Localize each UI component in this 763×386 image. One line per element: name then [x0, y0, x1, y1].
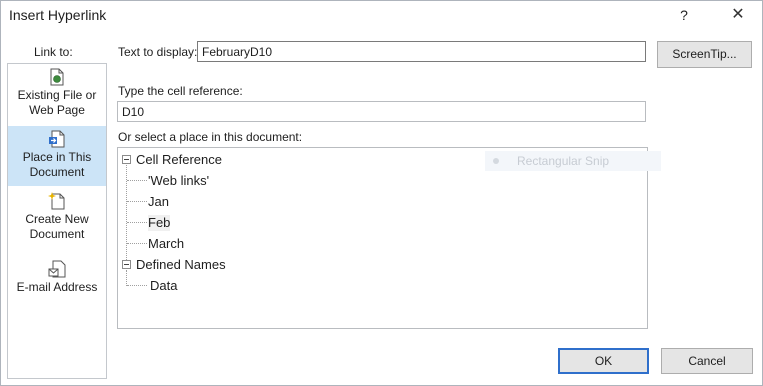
collapse-cell-reference-icon[interactable] [122, 155, 131, 164]
tree-node-web-links[interactable]: 'Web links' [148, 173, 209, 189]
link-to-bar: Existing File or Web Page Place in This … [7, 63, 107, 379]
tree-node-data[interactable]: Data [150, 278, 177, 294]
link-email-address[interactable]: E-mail Address [8, 260, 106, 300]
rectangular-snip-overlay: Rectangular Snip [485, 151, 661, 171]
link-existing-file-web-page[interactable]: Existing File or Web Page [8, 68, 106, 124]
cancel-button[interactable]: Cancel [661, 348, 753, 374]
tree-connector [127, 243, 147, 244]
new-document-icon [48, 192, 65, 210]
screentip-button[interactable]: ScreenTip... [657, 41, 752, 68]
snip-mode-icon [493, 158, 499, 164]
link-existing-file-line2: Web Page [29, 103, 85, 117]
tree-connector [127, 222, 147, 223]
help-button[interactable]: ? [673, 4, 695, 26]
cell-reference-input[interactable]: D10 [117, 101, 646, 122]
document-place-icon [49, 130, 65, 148]
close-button[interactable]: ✕ [725, 4, 751, 26]
web-page-icon [50, 68, 64, 86]
link-to-label: Link to: [34, 45, 73, 59]
tree-connector [127, 285, 147, 286]
dialog-title: Insert Hyperlink [9, 7, 107, 23]
snip-overlay-label: Rectangular Snip [517, 154, 610, 168]
link-place-line1: Place in This [22, 150, 92, 164]
link-place-line2: Document [29, 165, 85, 179]
tree-node-cell-reference[interactable]: Cell Reference [136, 152, 222, 168]
cell-reference-label: Type the cell reference: [118, 84, 243, 98]
text-to-display-label: Text to display: [118, 45, 198, 59]
tree-node-defined-names[interactable]: Defined Names [136, 257, 226, 273]
tree-connector [127, 180, 147, 181]
link-place-in-document[interactable]: Place in This Document [8, 126, 106, 186]
tree-node-march[interactable]: March [148, 236, 184, 252]
link-email-line1: E-mail Address [16, 280, 98, 294]
tree-connector [126, 270, 127, 286]
insert-hyperlink-dialog: Insert Hyperlink ? ✕ Link to: Existing F… [0, 0, 763, 386]
select-place-label: Or select a place in this document: [118, 130, 303, 144]
collapse-defined-names-icon[interactable] [122, 260, 131, 269]
email-icon [48, 260, 66, 278]
place-tree[interactable]: Cell Reference 'Web links' Jan Feb March… [117, 147, 648, 329]
link-existing-file-line1: Existing File or [17, 88, 97, 102]
tree-connector [127, 201, 147, 202]
tree-node-feb[interactable]: Feb [148, 215, 171, 231]
link-create-new-line1: Create New [25, 212, 89, 226]
link-create-new-line2: Document [29, 227, 85, 241]
text-to-display-input[interactable]: FebruaryD10 [197, 41, 646, 62]
tree-node-jan[interactable]: Jan [148, 194, 169, 210]
ok-button[interactable]: OK [558, 348, 649, 374]
link-create-new-document[interactable]: Create New Document [8, 192, 106, 248]
